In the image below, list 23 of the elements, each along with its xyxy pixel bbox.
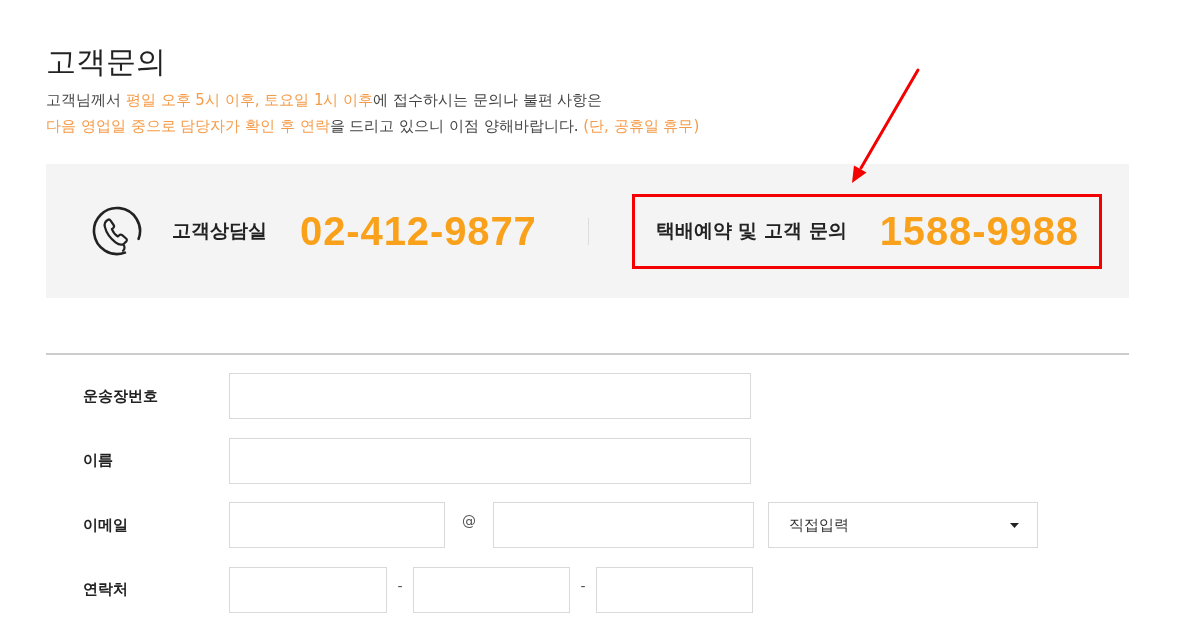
phone-number: 1588-9988 (879, 208, 1079, 254)
page-title: 고객문의 (46, 43, 167, 81)
phone-icon (92, 206, 142, 256)
input-field[interactable] (229, 437, 751, 484)
input-field[interactable] (229, 502, 445, 548)
field-label: 이메일 (82, 515, 129, 535)
separator-text: @ (462, 513, 476, 531)
input-field[interactable] (229, 566, 387, 613)
separator-text: - (397, 577, 403, 596)
field-label: 연락처 (82, 580, 129, 599)
dropdown[interactable]: 직접입력 (768, 502, 1038, 548)
input-field[interactable] (229, 373, 751, 419)
phone-number: 02-412-9877 (300, 208, 537, 254)
field-label: 이름 (82, 451, 114, 470)
caret-icon (1010, 522, 1019, 528)
input-field[interactable] (493, 502, 754, 548)
contact-label: 택배예약 및 고객 문의 (655, 218, 847, 243)
input-field[interactable] (413, 566, 570, 613)
separator-text: - (580, 577, 586, 596)
contact-label: 고객상담실 (172, 218, 267, 243)
input-field[interactable] (596, 566, 753, 613)
notice-text: 고객님께서 평일 오후 5시 이후, 토요일 1시 이후에 접수하시는 문의나 불편 사항은 다음 영업일 중으로 담당자가 확인 후 연락을 드리고 있으니 이점 양해바랍니다. (단, 공휴일 휴무) (46, 90, 701, 137)
field-label: 운송장번호 (82, 386, 159, 406)
